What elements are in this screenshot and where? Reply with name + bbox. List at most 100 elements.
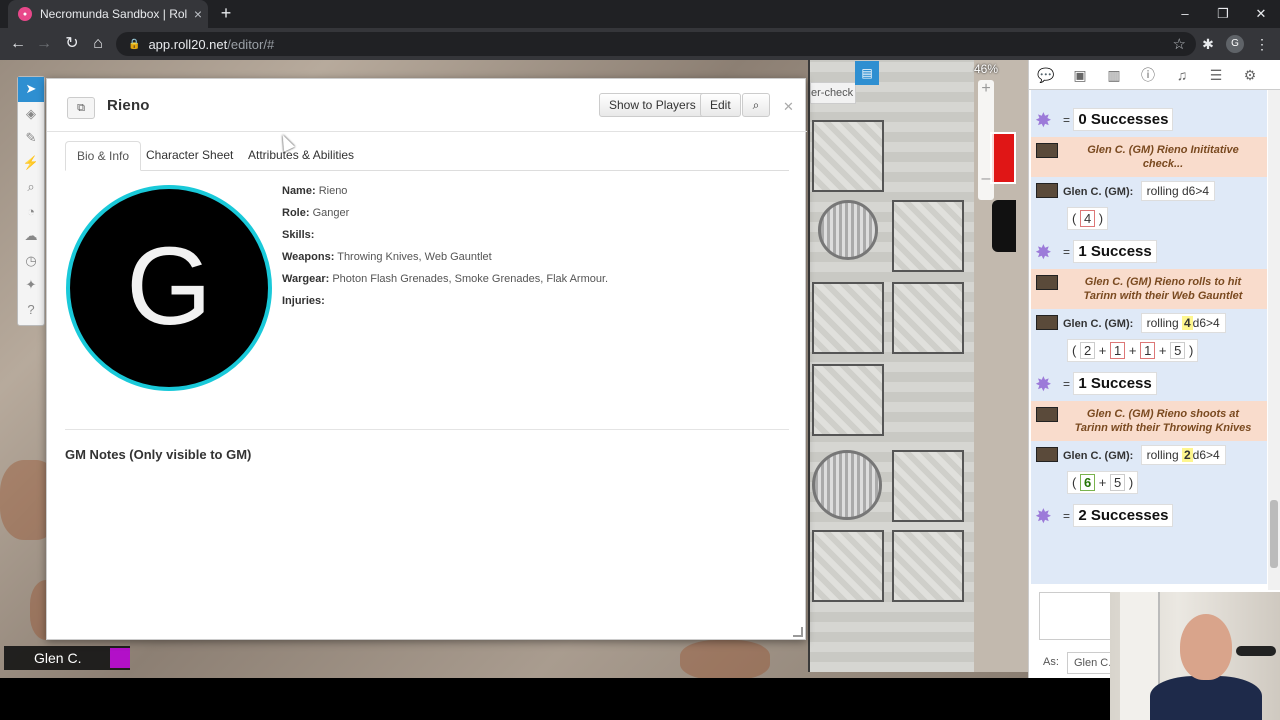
resize-handle[interactable] xyxy=(793,627,803,637)
floor-plate xyxy=(892,200,964,272)
dialog-tabs: Bio & Info Character Sheet Attributes & … xyxy=(65,141,789,171)
bio-row-skills: Skills: xyxy=(282,229,315,241)
fog-tool-icon[interactable]: ☁ xyxy=(18,224,44,249)
floor-plate xyxy=(812,282,884,354)
chat-scroll-thumb[interactable] xyxy=(1270,500,1278,568)
close-icon[interactable]: ✕ xyxy=(783,99,794,115)
new-tab-button[interactable]: + xyxy=(216,3,236,23)
floor-grate xyxy=(812,450,882,520)
jukebox-tab-icon[interactable]: ♫ xyxy=(1165,60,1199,90)
compendium-tab-icon[interactable]: ⓘ xyxy=(1131,60,1165,90)
roll-result: ✸ = 0 Successes xyxy=(1031,102,1267,137)
journal-tab-icon[interactable]: ▥ xyxy=(1097,60,1131,90)
macro-button[interactable]: er-check xyxy=(810,82,856,104)
sidebar-tabs: 💬 ▣ ▥ ⓘ ♫ ☰ ⚙ xyxy=(1029,60,1280,90)
bio-fields: Name: Rieno Role: Ganger Skills: Weapons… xyxy=(282,185,782,317)
webcam-overlay xyxy=(1110,592,1280,720)
back-button[interactable]: ← xyxy=(6,32,30,56)
forward-button[interactable]: → xyxy=(32,32,56,56)
gm-notes-heading: GM Notes (Only visible to GM) xyxy=(65,447,252,462)
search-icon[interactable]: ⌕ xyxy=(742,93,770,117)
dice-star-icon: ✸ xyxy=(1035,110,1052,132)
browser-toolbar: ← → ↻ ⌂ 🔒 app.roll20.net/editor/# ☆ ✱ ⋮ xyxy=(0,28,1280,60)
draw-tool-icon[interactable]: ✎ xyxy=(18,126,44,151)
roll-message: Glen C. (GM): rolling d6>4 ( 4 ) xyxy=(1031,177,1267,234)
close-window-button[interactable]: ✕ xyxy=(1242,0,1280,28)
browser-tab[interactable]: ● Necromunda Sandbox | Roll20 × xyxy=(8,0,208,28)
roll-result: ✸ = 1 Success xyxy=(1031,366,1267,401)
chat-log: ✸ = 0 Successes Glen C. (GM) Rieno Initi… xyxy=(1031,90,1267,584)
tab-bio-info[interactable]: Bio & Info xyxy=(65,141,142,171)
help-icon[interactable]: ? xyxy=(18,298,44,323)
browser-tab-title: Necromunda Sandbox | Roll20 xyxy=(40,7,188,21)
dice-star-icon: ✸ xyxy=(1035,242,1052,264)
tab-character-sheet[interactable]: Character Sheet xyxy=(135,141,244,171)
settings-tab-icon[interactable]: ⚙ xyxy=(1233,60,1267,90)
roll-result: ✸ = 2 Successes xyxy=(1031,498,1267,533)
emote-message: Glen C. (GM) Rieno Inititative check... xyxy=(1031,137,1267,177)
dice-group: ( 2 + 1 + 1 + 5 ) xyxy=(1067,339,1199,362)
dice-star-icon: ✸ xyxy=(1035,506,1052,528)
address-bar[interactable]: 🔒 app.roll20.net/editor/# ☆ xyxy=(116,32,1196,56)
layer-tool-icon[interactable]: ◈ xyxy=(18,102,44,127)
dice-tool-icon[interactable]: ✦ xyxy=(18,273,44,298)
art-library-tab-icon[interactable]: ▣ xyxy=(1063,60,1097,90)
dice-group: ( 6 + 5 ) xyxy=(1067,471,1139,494)
speaking-as-label: As: xyxy=(1043,656,1059,668)
player-color-swatch xyxy=(110,648,130,668)
character-dialog: ⧉ Rieno Show to Players Edit ⌕ ✕ Bio & I… xyxy=(46,78,807,640)
collection-tab-icon[interactable]: ☰ xyxy=(1199,60,1233,90)
roll-message: Glen C. (GM): rolling 4 d6>4 ( 2 + 1 + 1 … xyxy=(1031,309,1267,366)
tab-attributes-abilities[interactable]: Attributes & Abilities xyxy=(237,141,365,171)
floor-grate xyxy=(818,200,878,260)
home-button[interactable]: ⌂ xyxy=(86,32,110,56)
browser-tab-bar: ● Necromunda Sandbox | Roll20 × + – ❐ ✕ xyxy=(0,0,1280,28)
minimize-window-button[interactable]: – xyxy=(1166,0,1204,28)
edit-button[interactable]: Edit xyxy=(700,93,741,117)
zoom-slider[interactable]: + – xyxy=(978,80,994,200)
maximize-window-button[interactable]: ❐ xyxy=(1204,0,1242,28)
bio-row-role: Role: Ganger xyxy=(282,207,350,219)
turn-tracker-icon[interactable]: ◷ xyxy=(18,249,44,274)
character-avatar[interactable]: G xyxy=(66,185,272,391)
zoom-tool-icon[interactable]: ⌕ xyxy=(18,175,44,200)
profile-avatar[interactable]: G xyxy=(1226,35,1244,53)
bio-row-wargear: Wargear: Photon Flash Grenades, Smoke Gr… xyxy=(282,273,609,285)
roll20-favicon-icon: ● xyxy=(18,7,32,21)
tool-palette: ➤ ◈ ✎ ⚡ ⌕ ◔ ☁ ◷ ✦ ? xyxy=(17,76,45,326)
dice-group: ( 4 ) xyxy=(1067,207,1109,230)
select-tool-icon[interactable]: ➤ xyxy=(18,77,44,102)
floor-plate xyxy=(812,364,884,436)
roll-result: ✸ = 1 Success xyxy=(1031,234,1267,269)
extensions-puzzle-icon[interactable]: ✱ xyxy=(1196,32,1220,56)
bio-row-name: Name: Rieno xyxy=(282,185,348,197)
chat-tab-icon[interactable]: 💬 xyxy=(1029,60,1063,90)
chat-scrollbar[interactable] xyxy=(1268,90,1280,590)
player-badge: Glen C. xyxy=(4,646,130,670)
bookmark-star-icon[interactable]: ☆ xyxy=(1173,35,1186,53)
floor-plate xyxy=(892,282,964,354)
character-name-title: Rieno xyxy=(107,97,150,114)
floor-plate xyxy=(812,120,884,192)
browser-menu-icon[interactable]: ⋮ xyxy=(1250,32,1274,56)
url-path: /editor/# xyxy=(227,36,275,52)
emote-message: Glen C. (GM) Rieno shoots at Tarinn with… xyxy=(1031,401,1267,441)
dark-token[interactable] xyxy=(992,200,1016,252)
url-host: app.roll20.net xyxy=(148,36,228,52)
avatar-thumb xyxy=(1036,183,1058,198)
fx-tool-icon[interactable]: ⚡ xyxy=(18,151,44,176)
zoom-level: 46% xyxy=(973,62,999,76)
avatar-thumb xyxy=(1036,315,1058,330)
avatar-thumb xyxy=(1036,447,1058,462)
show-to-players-button[interactable]: Show to Players xyxy=(599,93,706,117)
page-toolbar-icon[interactable]: ▤ xyxy=(855,61,879,85)
popout-icon[interactable]: ⧉ xyxy=(67,97,95,119)
floor-plate xyxy=(892,450,964,522)
tab-close-icon[interactable]: × xyxy=(188,6,208,22)
reload-button[interactable]: ↻ xyxy=(60,32,84,56)
avatar-thumb xyxy=(1036,143,1058,158)
emote-message: Glen C. (GM) Rieno rolls to hit Tarinn w… xyxy=(1031,269,1267,309)
avatar-thumb xyxy=(1036,275,1058,290)
bio-row-weapons: Weapons: Throwing Knives, Web Gauntlet xyxy=(282,251,492,263)
measure-tool-icon[interactable]: ◔ xyxy=(18,200,44,225)
